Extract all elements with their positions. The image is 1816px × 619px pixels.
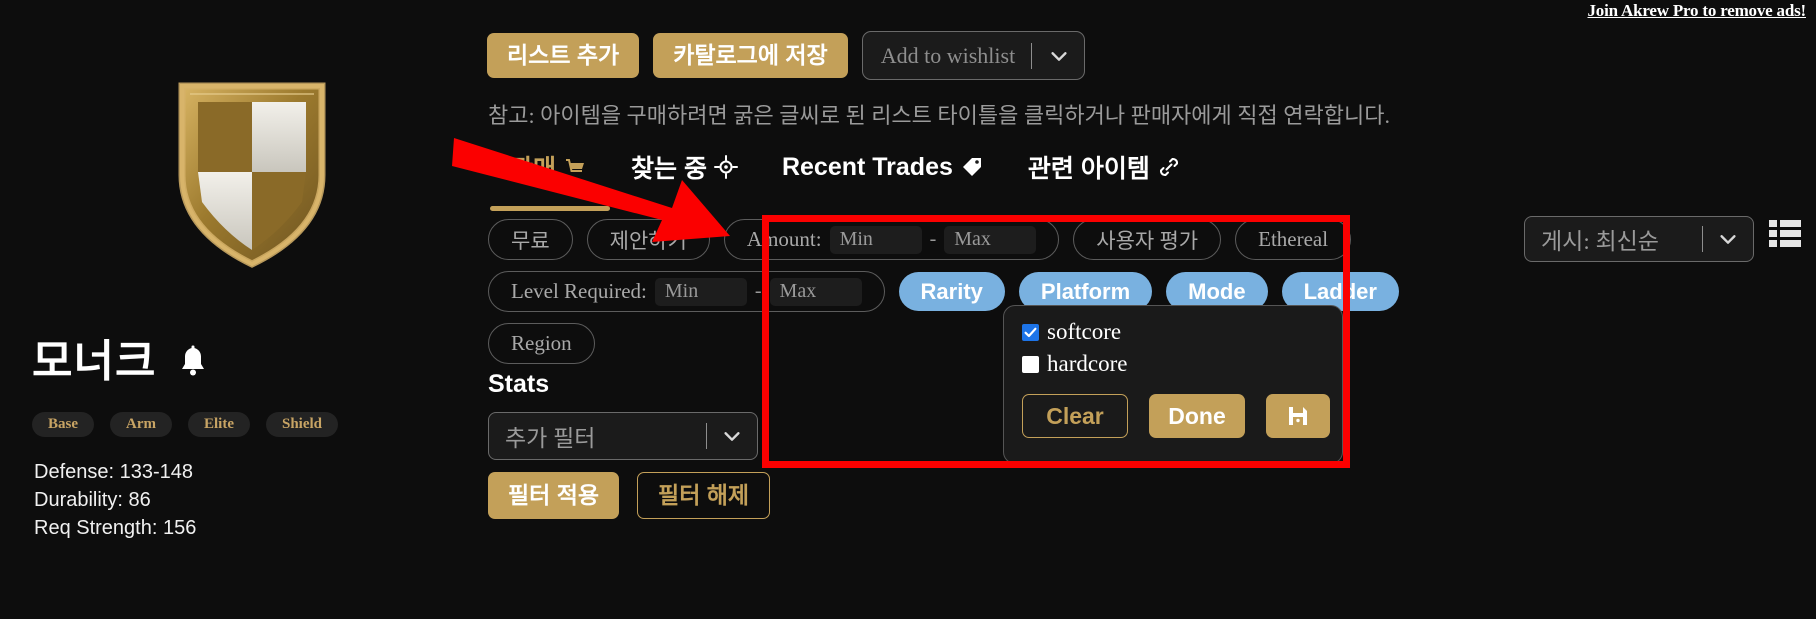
active-tab-underline xyxy=(490,206,610,211)
item-tag[interactable]: Elite xyxy=(188,412,250,437)
link-icon xyxy=(1159,158,1178,176)
additional-filter-select[interactable]: 추가 필터 xyxy=(488,412,758,460)
divider xyxy=(706,423,707,449)
filter-amount-label: Amount: xyxy=(746,227,822,251)
filter-ethereal-label: Ethereal xyxy=(1258,227,1329,251)
filter-rarity-pill[interactable]: Rarity xyxy=(898,272,1005,311)
item-tag[interactable]: Base xyxy=(32,412,94,437)
chevron-down-icon[interactable] xyxy=(721,425,743,447)
apply-filter-button[interactable]: 필터 적용 xyxy=(488,472,620,519)
dropdown-option-softcore-label: softcore xyxy=(1047,319,1122,344)
divider xyxy=(1702,226,1703,252)
filter-ethereal-pill[interactable]: Ethereal xyxy=(1235,219,1352,260)
filter-make-offer-label: 제안하기 xyxy=(609,228,687,253)
tab-bar: 판매 찾는 중 Recent Trades 관련 아이템 xyxy=(488,146,1203,188)
item-stats-list: Defense: 133-148 Durability: 86 Req Stre… xyxy=(34,458,196,542)
item-title-row: 모너크 xyxy=(32,340,208,384)
tab-related-items[interactable]: 관련 아이템 xyxy=(1006,146,1203,188)
floppy-save-icon xyxy=(1289,407,1307,425)
stats-heading: Stats xyxy=(488,370,550,398)
bell-icon[interactable] xyxy=(178,345,208,379)
filter-row-2: Level Required: Min - Max Rarity Platfor… xyxy=(488,271,1488,312)
sort-select[interactable]: 게시: 최신순 xyxy=(1524,216,1754,262)
cart-icon xyxy=(566,159,585,172)
tab-looking-for-label: 찾는 중 xyxy=(631,155,707,183)
filter-action-row: 필터 적용 필터 해제 xyxy=(488,472,771,519)
page-root: Join Akrew Pro to remove ads! 모너크 Base A… xyxy=(0,0,1816,619)
filter-make-offer-pill[interactable]: 제안하기 xyxy=(586,219,710,260)
item-tag-row: Base Arm Elite Shield xyxy=(32,412,339,437)
tab-looking-for[interactable]: 찾는 중 xyxy=(609,146,760,188)
save-to-catalog-button[interactable]: 카탈로그에 저장 xyxy=(653,33,848,78)
item-stat-durability: Durability: 86 xyxy=(34,489,151,511)
filter-level-required-range[interactable]: Level Required: Min - Max xyxy=(488,271,885,312)
level-max-input[interactable]: Max xyxy=(769,277,862,306)
tab-selling[interactable]: 판매 xyxy=(488,146,609,188)
filter-region-label: Region xyxy=(511,331,572,355)
amount-min-input[interactable]: Min xyxy=(829,225,922,254)
sort-select-value: 게시: 최신순 xyxy=(1541,229,1659,254)
item-tag[interactable]: Shield xyxy=(266,412,339,437)
reset-filter-button[interactable]: 필터 해제 xyxy=(637,472,771,519)
divider xyxy=(1031,42,1033,69)
grid-view-icon[interactable] xyxy=(1768,218,1802,248)
add-to-wishlist-label: Add to wishlist xyxy=(880,42,1016,68)
add-to-list-button[interactable]: 리스트 추가 xyxy=(487,33,640,78)
filter-free-label: 무료 xyxy=(511,228,550,253)
range-dash: - xyxy=(929,228,937,250)
amount-max-input[interactable]: Max xyxy=(944,225,1037,254)
tag-icon xyxy=(962,158,981,176)
range-dash: - xyxy=(754,280,762,302)
dropdown-button-row: Clear Done xyxy=(1004,380,1342,438)
dropdown-done-button[interactable]: Done xyxy=(1149,394,1245,438)
dropdown-option-hardcore-label: hardcore xyxy=(1047,351,1128,376)
chevron-down-icon[interactable] xyxy=(1717,228,1739,250)
filter-user-rating-pill[interactable]: 사용자 평가 xyxy=(1073,219,1222,260)
chevron-down-icon[interactable] xyxy=(1048,45,1070,67)
filter-free-pill[interactable]: 무료 xyxy=(488,219,573,260)
add-to-wishlist-button[interactable]: Add to wishlist xyxy=(861,31,1086,80)
shield-icon xyxy=(178,82,326,268)
filter-row-1: 무료 제안하기 Amount: Min - Max 사용자 평가 Etherea… xyxy=(488,219,1488,260)
dropdown-option-softcore[interactable]: softcore xyxy=(1004,316,1342,348)
tab-recent-trades-label: Recent Trades xyxy=(781,152,953,181)
level-min-input[interactable]: Min xyxy=(654,277,747,306)
item-stat-defense: Defense: 133-148 xyxy=(34,461,194,483)
checkbox-checked-icon[interactable] xyxy=(1022,323,1039,341)
additional-filter-value: 추가 필터 xyxy=(505,426,596,451)
dropdown-option-hardcore[interactable]: hardcore xyxy=(1004,348,1342,380)
checkbox-unchecked-icon[interactable] xyxy=(1022,355,1039,373)
filter-amount-range[interactable]: Amount: Min - Max xyxy=(723,219,1060,260)
filter-region-pill[interactable]: Region xyxy=(488,323,595,364)
filter-user-rating-label: 사용자 평가 xyxy=(1096,228,1199,253)
tab-selling-label: 판매 xyxy=(510,155,557,183)
item-stat-req-strength: Req Strength: 156 xyxy=(34,517,197,539)
item-image-shield xyxy=(172,80,332,270)
action-button-row: 리스트 추가 카탈로그에 저장 Add to wishlist xyxy=(487,31,1086,80)
dropdown-save-button[interactable] xyxy=(1266,394,1330,438)
mode-dropdown-panel: softcore hardcore Clear Done xyxy=(1003,305,1343,464)
item-tag[interactable]: Arm xyxy=(110,412,172,437)
dropdown-clear-button[interactable]: Clear xyxy=(1022,394,1128,438)
page-title: 모너크 xyxy=(32,337,157,386)
item-detail-panel: 모너크 Base Arm Elite Shield Defense: 133-1… xyxy=(0,0,470,619)
tab-recent-trades[interactable]: Recent Trades xyxy=(760,146,1006,188)
purchase-note: 참고: 아이템을 구매하려면 굵은 글씨로 된 리스트 타이틀을 클릭하거나 판… xyxy=(488,103,1390,128)
crosshair-icon xyxy=(713,155,738,179)
tab-related-items-label: 관련 아이템 xyxy=(1027,155,1150,183)
filter-level-required-label: Level Required: xyxy=(511,279,647,303)
